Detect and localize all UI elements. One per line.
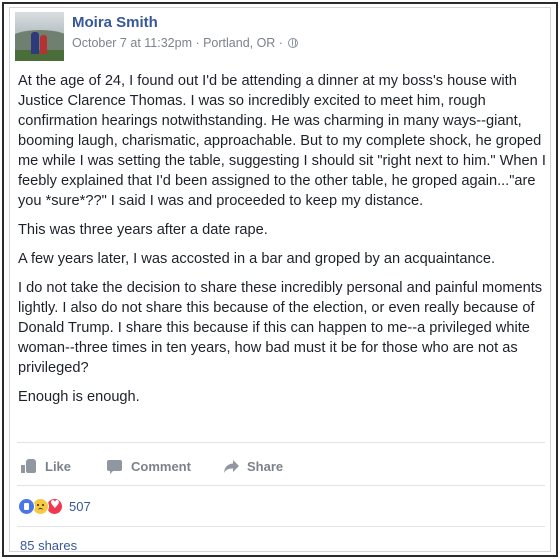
divider xyxy=(17,526,545,527)
thumbs-up-icon xyxy=(21,458,37,474)
post-frame: Moira Smith October 7 at 11:32pm · Portl… xyxy=(2,2,558,557)
share-label: Share xyxy=(247,458,284,474)
post-paragraph: This was three years after a date rape. xyxy=(18,222,268,238)
share-arrow-icon xyxy=(223,459,239,474)
reaction-count[interactable]: 507 xyxy=(69,499,91,514)
comment-button[interactable]: Comment xyxy=(107,453,191,479)
post-paragraph: At the age of 24, I found out I'd be att… xyxy=(18,73,546,209)
like-label: Like xyxy=(45,458,72,474)
author-name[interactable]: Moira Smith xyxy=(72,14,158,31)
share-button[interactable]: Share xyxy=(223,453,283,479)
post-paragraph: Enough is enough. xyxy=(18,389,140,405)
like-reaction-icon xyxy=(18,497,35,515)
post-header: Moira Smith October 7 at 11:32pm · Portl… xyxy=(15,12,535,61)
post-paragraph: A few years later, I was accosted in a b… xyxy=(18,251,496,267)
divider xyxy=(17,485,545,486)
post-paragraph: I do not take the decision to share thes… xyxy=(18,280,543,376)
post-card: Moira Smith October 7 at 11:32pm · Portl… xyxy=(9,7,551,553)
reactions-summary[interactable]: 507 xyxy=(18,496,91,516)
action-bar: Like Comment Share xyxy=(18,453,538,479)
comment-label: Comment xyxy=(131,458,191,474)
like-button[interactable]: Like xyxy=(21,453,71,479)
post-timestamp-location[interactable]: October 7 at 11:32pm · Portland, OR · xyxy=(72,36,283,50)
comment-icon xyxy=(107,459,123,474)
post-meta: October 7 at 11:32pm · Portland, OR · xyxy=(72,36,299,50)
globe-icon xyxy=(288,38,299,48)
post-body: At the age of 24, I found out I'd be att… xyxy=(18,71,550,416)
divider xyxy=(17,442,545,443)
avatar[interactable] xyxy=(15,12,64,61)
share-count[interactable]: 85 shares xyxy=(20,538,77,553)
